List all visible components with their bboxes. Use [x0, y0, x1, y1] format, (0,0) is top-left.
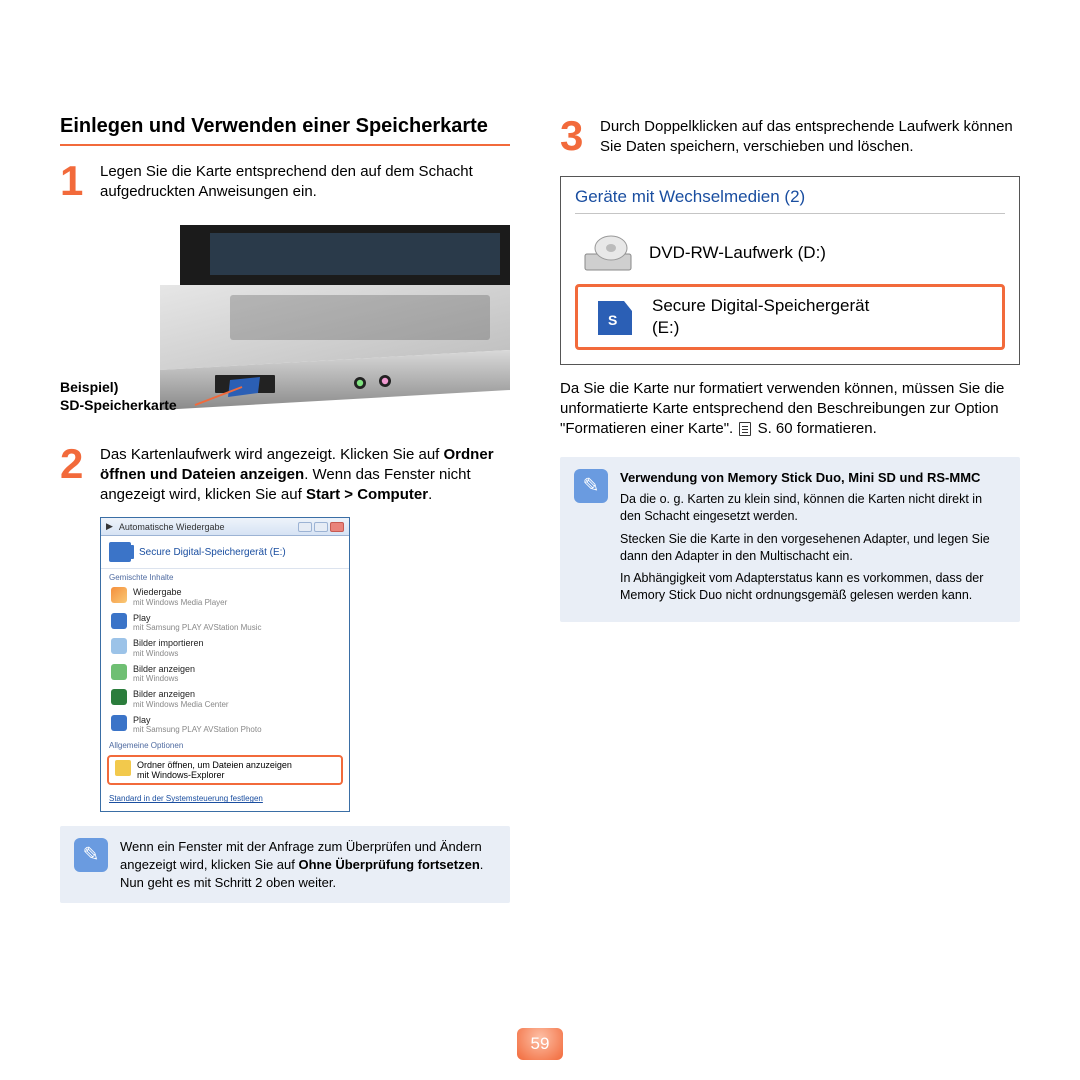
page-number: 59: [517, 1028, 563, 1060]
dialog-titlebar: ▶ Automatische Wiedergabe: [101, 518, 349, 536]
autoplay-option[interactable]: Bilder anzeigenmit Windows: [101, 661, 349, 687]
svg-text:S: S: [608, 312, 617, 328]
note-title: Verwendung von Memory Stick Duo, Mini SD…: [620, 469, 1006, 487]
play-icon: [111, 613, 127, 629]
folder-icon: [115, 760, 131, 776]
set-default-link[interactable]: Standard in der Systemsteuerung festlege…: [109, 794, 263, 803]
subheading-general: Allgemeine Optionen: [101, 737, 349, 752]
explorer-heading: Geräte mit Wechselmedien (2): [575, 187, 1005, 214]
section-title: Einlegen und Verwenden einer Speicherkar…: [60, 115, 510, 146]
autoplay-option[interactable]: Bilder anzeigenmit Windows Media Center: [101, 686, 349, 712]
note-left: ✎ Wenn ein Fenster mit der Anfrage zum Ü…: [60, 826, 510, 903]
device-name: Secure Digital-Speichergerät (E:): [139, 547, 286, 558]
autoplay-option[interactable]: Playmit Samsung PLAY AVStation Music: [101, 610, 349, 636]
close-icon[interactable]: [330, 522, 344, 532]
subheading-mixed: Gemischte Inhalte: [101, 569, 349, 584]
step-number: 1: [60, 160, 90, 203]
step-text: Durch Doppelklicken auf das entsprechend…: [600, 115, 1020, 158]
import-icon: [111, 638, 127, 654]
sd-label-line1: Beispiel): [60, 379, 118, 395]
autoplay-option[interactable]: Playmit Samsung PLAY AVStation Photo: [101, 712, 349, 738]
mediacenter-icon: [111, 689, 127, 705]
step-1: 1 Legen Sie die Karte entsprechend den a…: [60, 160, 510, 203]
autoplay-option[interactable]: Bilder importierenmit Windows: [101, 635, 349, 661]
drive-sd-selected[interactable]: S Secure Digital-Speichergerät(E:): [575, 284, 1005, 350]
maximize-icon[interactable]: [314, 522, 328, 532]
pictures-icon: [111, 664, 127, 680]
step-2: 2 Das Kartenlaufwerk wird angezeigt. Kli…: [60, 443, 510, 506]
drive-label: Secure Digital-Speichergerät(E:): [652, 295, 869, 339]
step-3: 3 Durch Doppelklicken auf das entspreche…: [560, 115, 1020, 158]
step-text: Legen Sie die Karte entsprechend den auf…: [100, 160, 510, 203]
pencil-icon: ✎: [574, 469, 608, 503]
page-ref-icon: [739, 422, 751, 436]
sd-label-line2: SD-Speicherkarte: [60, 397, 177, 413]
drive-label: DVD-RW-Laufwerk (D:): [649, 242, 826, 264]
autoplay-option[interactable]: Wiedergabemit Windows Media Player: [101, 584, 349, 610]
sd-card-icon: [109, 542, 131, 562]
explorer-panel: Geräte mit Wechselmedien (2) DVD-RW-Lauf…: [560, 176, 1020, 365]
drive-dvd[interactable]: DVD-RW-Laufwerk (D:): [575, 224, 1005, 284]
dvd-drive-icon: [581, 232, 635, 276]
step-number: 3: [560, 115, 590, 158]
play-icon: [111, 715, 127, 731]
step-number: 2: [60, 443, 90, 506]
format-paragraph: Da Sie die Karte nur formatiert verwende…: [560, 379, 1020, 440]
sd-card-icon: S: [584, 295, 638, 339]
minimize-icon[interactable]: [298, 522, 312, 532]
note-right: ✎ Verwendung von Memory Stick Duo, Mini …: [560, 457, 1020, 622]
autoplay-option-selected[interactable]: Ordner öffnen, um Dateien anzuzeigenmit …: [107, 755, 343, 785]
autoplay-icon: ▶: [106, 521, 113, 532]
autoplay-dialog: ▶ Automatische Wiedergabe Secure Digital…: [100, 517, 350, 812]
laptop-illustration: Beispiel) SD-Speicherkarte: [60, 215, 510, 425]
pencil-icon: ✎: [74, 838, 108, 872]
wmp-icon: [111, 587, 127, 603]
dialog-title: Automatische Wiedergabe: [119, 522, 225, 532]
step-text: Das Kartenlaufwerk wird angezeigt. Klick…: [100, 443, 510, 506]
